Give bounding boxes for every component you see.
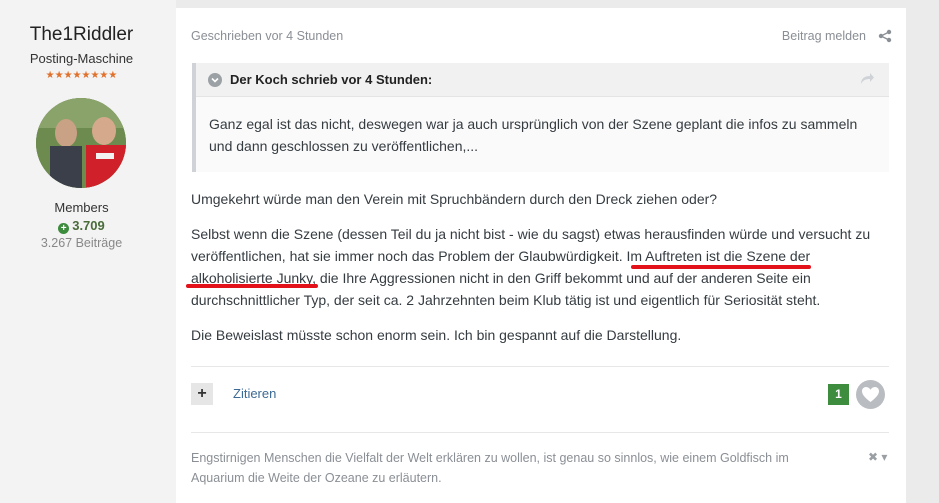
red-annotation-underline	[186, 284, 318, 288]
share-icon[interactable]	[878, 29, 892, 43]
author-name[interactable]: The1Riddler	[0, 24, 163, 46]
quote-block: Der Koch schrieb vor 4 Stunden: Ganz ega…	[192, 63, 889, 172]
chevron-down-icon[interactable]	[208, 73, 222, 87]
reputation-value: 3.709	[72, 218, 105, 233]
post-timestamp[interactable]: Geschrieben vor 4 Stunden	[191, 29, 343, 43]
reputation-plus-icon: +	[58, 223, 70, 234]
author-sidebar: The1Riddler Posting-Maschine ★★★★★★★★ Me…	[0, 0, 176, 503]
post-container: Geschrieben vor 4 Stunden Beitrag melden…	[176, 8, 906, 503]
divider	[191, 366, 889, 367]
jump-to-quote-icon[interactable]	[859, 72, 875, 86]
rank-stars: ★★★★★★★★	[45, 70, 118, 81]
quote-text: Ganz egal ist das nicht, deswegen war ja…	[209, 116, 858, 154]
post-count: 3.267 Beiträge	[40, 236, 123, 250]
page-edge	[917, 0, 939, 503]
avatar-photo	[36, 98, 126, 188]
reaction-count-badge[interactable]: 1	[828, 384, 849, 405]
divider	[191, 432, 889, 433]
multiquote-add-button[interactable]: +	[191, 383, 213, 405]
signature-hide-control[interactable]: ✖ ▾	[868, 450, 887, 464]
like-button[interactable]	[856, 380, 885, 409]
red-annotation-underline	[631, 265, 811, 269]
quote-author: Der Koch schrieb vor 4 Stunden:	[230, 72, 433, 87]
author-rank: Posting-Maschine	[29, 51, 134, 66]
member-group: Members	[54, 200, 109, 215]
avatar[interactable]	[36, 98, 126, 188]
report-post-link[interactable]: Beitrag melden	[782, 29, 866, 43]
signature: Engstirnigen Menschen die Vielfalt der W…	[191, 451, 789, 485]
post-paragraph: Die Beweislast müsste schon enorm sein. …	[191, 327, 682, 343]
heart-icon	[862, 387, 879, 402]
quote-header: Der Koch schrieb vor 4 Stunden:	[196, 63, 889, 97]
quote-button[interactable]: Zitieren	[233, 386, 276, 401]
reputation: +3.709	[0, 218, 163, 234]
post-paragraph: Umgekehrt würde man den Verein mit Spruc…	[191, 191, 718, 207]
